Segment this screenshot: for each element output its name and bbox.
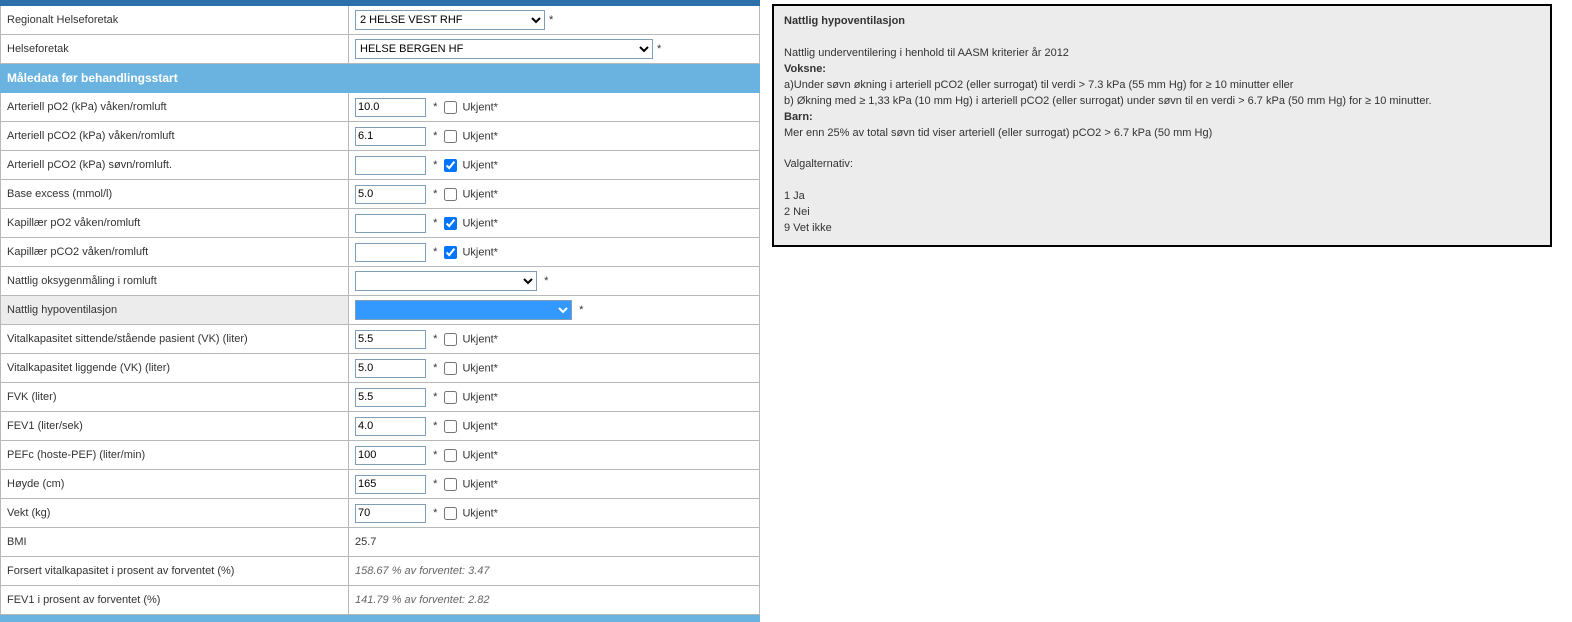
- hoyde-ukjent-checkbox[interactable]: [444, 478, 457, 491]
- row-pco2-sovn: Arteriell pCO2 (kPa) søvn/romluft. * Ukj…: [1, 151, 760, 180]
- fev1-ukjent-checkbox[interactable]: [444, 420, 457, 433]
- hoyde-input[interactable]: [355, 475, 426, 494]
- help-voksne-b: b) Økning med ≥ 1,33 kPa (10 mm Hg) i ar…: [784, 95, 1432, 107]
- kap-po2-input[interactable]: [355, 214, 426, 233]
- row-po2: Arteriell pO2 (kPa) våken/romluft * Ukje…: [1, 93, 760, 122]
- pco2-vaken-input[interactable]: [355, 127, 426, 146]
- fvk-pct-value: 158.67 % av forventet: 3.47: [355, 565, 490, 577]
- pco2-sovn-input[interactable]: [355, 156, 426, 175]
- vekt-ukjent-checkbox[interactable]: [444, 507, 457, 520]
- fvk-ukjent-checkbox[interactable]: [444, 391, 457, 404]
- row-vk-sitt: Vitalkapasitet sittende/stående pasient …: [1, 325, 760, 354]
- row-pco2-vaken: Arteriell pCO2 (kPa) våken/romluft * Ukj…: [1, 122, 760, 151]
- fvk-input[interactable]: [355, 388, 426, 407]
- row-vk-ligg: Vitalkapasitet liggende (VK) (liter) * U…: [1, 354, 760, 383]
- pco2-vaken-ukjent-checkbox[interactable]: [444, 130, 457, 143]
- row-fvk: FVK (liter) * Ukjent*: [1, 383, 760, 412]
- row-nat-oksy: Nattlig oksygenmåling i romluft *: [1, 267, 760, 296]
- fev1-input[interactable]: [355, 417, 426, 436]
- row-be: Base excess (mmol/l) * Ukjent*: [1, 180, 760, 209]
- row-regionalt: Regionalt Helseforetak 2 HELSE VEST RHF …: [1, 6, 760, 35]
- section-header: Måledata før behandlingsstart: [1, 64, 760, 93]
- help-intro: Nattlig underventilering i henhold til A…: [784, 47, 1069, 59]
- row-pefc: PEFc (hoste-PEF) (liter/min) * Ukjent*: [1, 441, 760, 470]
- nat-oksy-select[interactable]: [355, 271, 537, 291]
- fev1-pct-value: 141.79 % av forventet: 2.82: [355, 594, 490, 606]
- bmi-value: 25.7: [349, 528, 760, 557]
- help-panel: Nattlig hypoventilasjon Nattlig underven…: [772, 4, 1552, 247]
- help-barn-txt: Mer enn 25% av total søvn tid viser arte…: [784, 127, 1212, 139]
- pefc-ukjent-checkbox[interactable]: [444, 449, 457, 462]
- be-ukjent-checkbox[interactable]: [444, 188, 457, 201]
- help-opt2: 2 Nei: [784, 206, 810, 218]
- helseforetak-select[interactable]: HELSE BERGEN HF: [355, 39, 653, 59]
- form-table: Regionalt Helseforetak 2 HELSE VEST RHF …: [0, 0, 760, 622]
- pco2-sovn-ukjent-checkbox[interactable]: [444, 159, 457, 172]
- po2-ukjent-checkbox[interactable]: [444, 101, 457, 114]
- help-valgalt: Valgalternativ:: [784, 158, 853, 170]
- row-fvk-pct: Forsert vitalkapasitet i prosent av forv…: [1, 557, 760, 586]
- row-kap-pco2: Kapillær pCO2 våken/romluft * Ukjent*: [1, 238, 760, 267]
- row-vekt: Vekt (kg) * Ukjent*: [1, 499, 760, 528]
- vekt-input[interactable]: [355, 504, 426, 523]
- nat-hypo-select[interactable]: [355, 300, 572, 320]
- help-opt1: 1 Ja: [784, 190, 805, 202]
- row-bmi: BMI 25.7: [1, 528, 760, 557]
- row-fev1: FEV1 (liter/sek) * Ukjent*: [1, 412, 760, 441]
- help-voksne-a: a)Under søvn økning i arteriell pCO2 (el…: [784, 79, 1293, 91]
- pefc-input[interactable]: [355, 446, 426, 465]
- kap-po2-ukjent-checkbox[interactable]: [444, 217, 457, 230]
- regionalt-select[interactable]: 2 HELSE VEST RHF: [355, 10, 545, 30]
- kap-pco2-ukjent-checkbox[interactable]: [444, 246, 457, 259]
- vk-ligg-input[interactable]: [355, 359, 426, 378]
- vk-sitt-input[interactable]: [355, 330, 426, 349]
- row-nat-hypo: Nattlig hypoventilasjon *: [1, 296, 760, 325]
- row-hoyde: Høyde (cm) * Ukjent*: [1, 470, 760, 499]
- help-barn-h: Barn:: [784, 111, 813, 123]
- vk-ligg-ukjent-checkbox[interactable]: [444, 362, 457, 375]
- helseforetak-label: Helseforetak: [1, 35, 349, 64]
- help-opt9: 9 Vet ikke: [784, 222, 832, 234]
- regionalt-label: Regionalt Helseforetak: [1, 6, 349, 35]
- row-kap-po2: Kapillær pO2 våken/romluft * Ukjent*: [1, 209, 760, 238]
- po2-input[interactable]: [355, 98, 426, 117]
- row-helseforetak: Helseforetak HELSE BERGEN HF *: [1, 35, 760, 64]
- row-fev1-pct: FEV1 i prosent av forventet (%) 141.79 %…: [1, 586, 760, 615]
- vk-sitt-ukjent-checkbox[interactable]: [444, 333, 457, 346]
- help-voksne-h: Voksne:: [784, 63, 826, 75]
- help-title: Nattlig hypoventilasjon: [784, 15, 905, 27]
- kap-pco2-input[interactable]: [355, 243, 426, 262]
- be-input[interactable]: [355, 185, 426, 204]
